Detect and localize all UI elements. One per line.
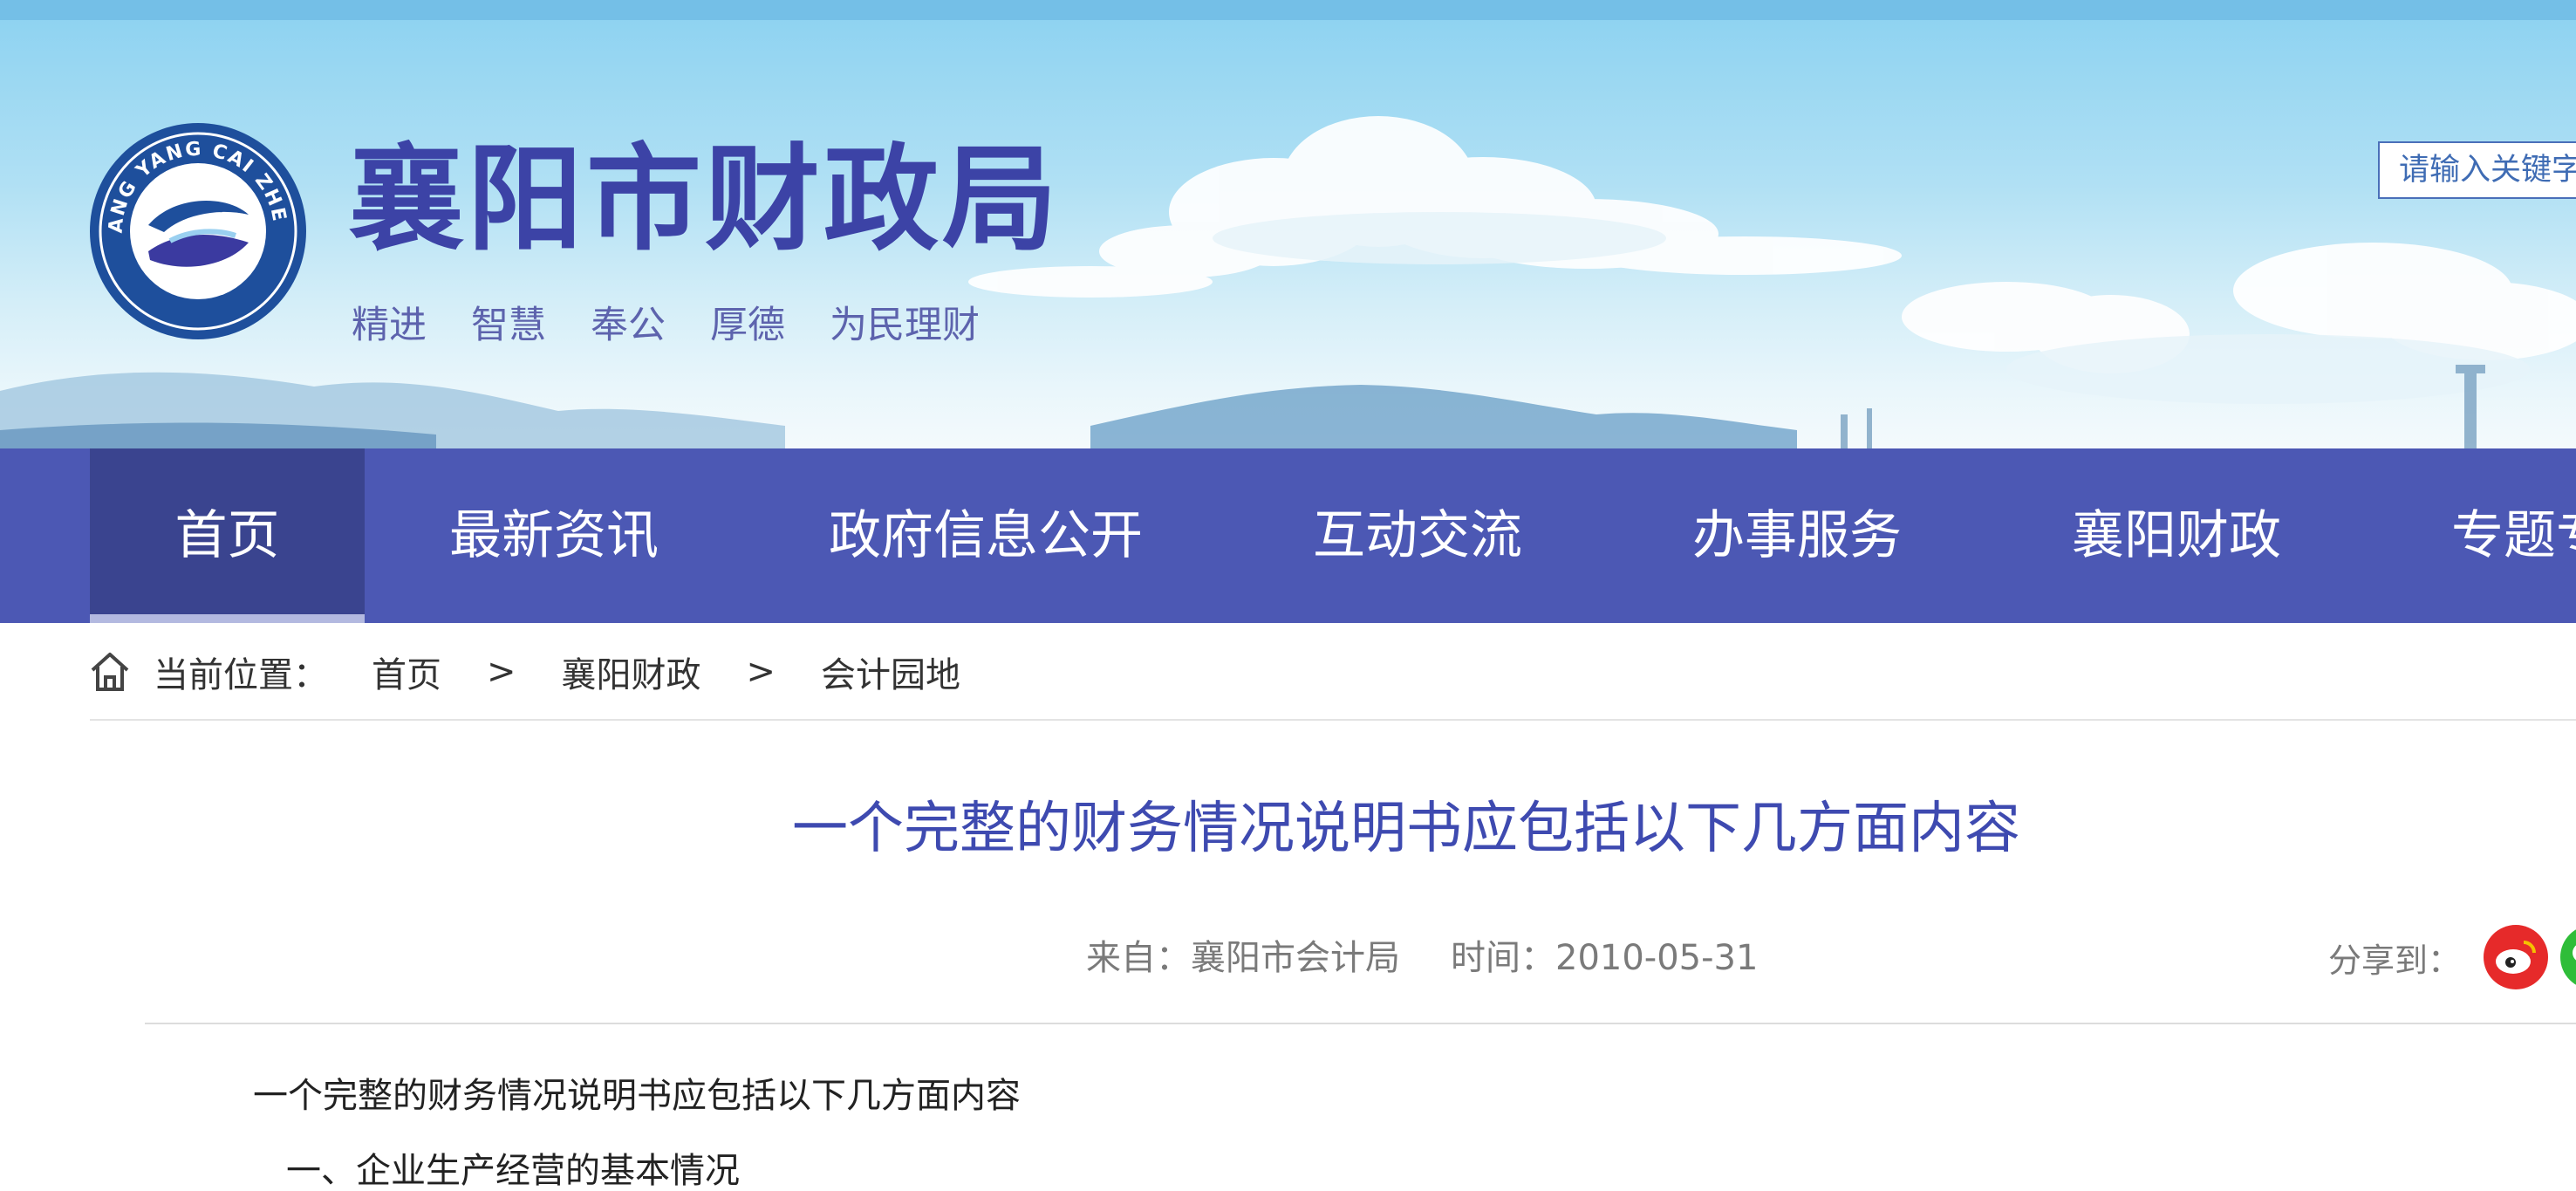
site-logo: XIANG YANG CAI ZHENG [87,120,306,339]
site-title: 襄阳市财政局 [349,133,1061,267]
nav-item-home[interactable]: 首页 [90,448,365,623]
article-time: 时间：2010-05-31 [1451,938,1759,978]
breadcrumb-link-home[interactable]: 首页 [372,647,441,697]
nav-item-topics[interactable]: 专题专 [2451,448,2576,623]
share-bar: 分享到： [2328,925,2576,989]
share-label: 分享到： [2328,941,2462,980]
breadcrumb: 当前位置： 首页 > 襄阳财政 > 会计园地 [87,644,960,700]
article-title: 一个完整的财务情况说明书应包括以下几方面内容 [792,797,2020,861]
divider [145,1023,2576,1024]
home-icon [91,653,129,691]
article-source: 来自：襄阳市会计局 [1086,938,1400,978]
article-paragraph: 一、企业生产经营的基本情况 [286,1151,740,1191]
divider [90,719,2576,721]
site-slogan: 精进 智慧 奉公 厚德 为民理财 [352,295,980,349]
slogan-word: 为民理财 [830,304,980,347]
breadcrumb-link-xiangyang-finance[interactable]: 襄阳财政 [562,647,701,697]
nav-item-services[interactable]: 办事服务 [1692,448,1902,623]
nav-item-interaction[interactable]: 互动交流 [1313,448,1522,623]
nav-item-news[interactable]: 最新资讯 [449,448,659,623]
slogan-word: 智慧 [471,304,546,347]
breadcrumb-separator: > [746,652,776,692]
nav-item-gov-info[interactable]: 政府信息公开 [829,448,1143,623]
slogan-word: 精进 [352,304,427,347]
search-input[interactable] [2378,141,2576,199]
article-meta: 来自：襄阳市会计局 时间：2010-05-31 [1086,929,1758,980]
breadcrumb-label: 当前位置： [154,655,328,695]
weibo-icon[interactable] [2484,925,2549,989]
slogan-word: 厚德 [710,304,785,347]
breadcrumb-link-accounting[interactable]: 会计园地 [821,647,960,697]
top-color-strip [0,0,2576,20]
article-paragraph: 一个完整的财务情况说明书应包括以下几方面内容 [253,1076,1021,1116]
main-nav: 首页 最新资讯 政府信息公开 互动交流 办事服务 襄阳财政 专题专 [0,448,2576,623]
slogan-word: 奉公 [591,304,666,347]
breadcrumb-separator: > [487,652,516,692]
site-banner: XIANG YANG CAI ZHENG 襄阳市财政局 精进 智慧 奉公 厚德 … [0,20,2576,448]
nav-item-xiangyang-finance[interactable]: 襄阳财政 [2072,448,2281,623]
wechat-icon[interactable] [2560,925,2576,989]
